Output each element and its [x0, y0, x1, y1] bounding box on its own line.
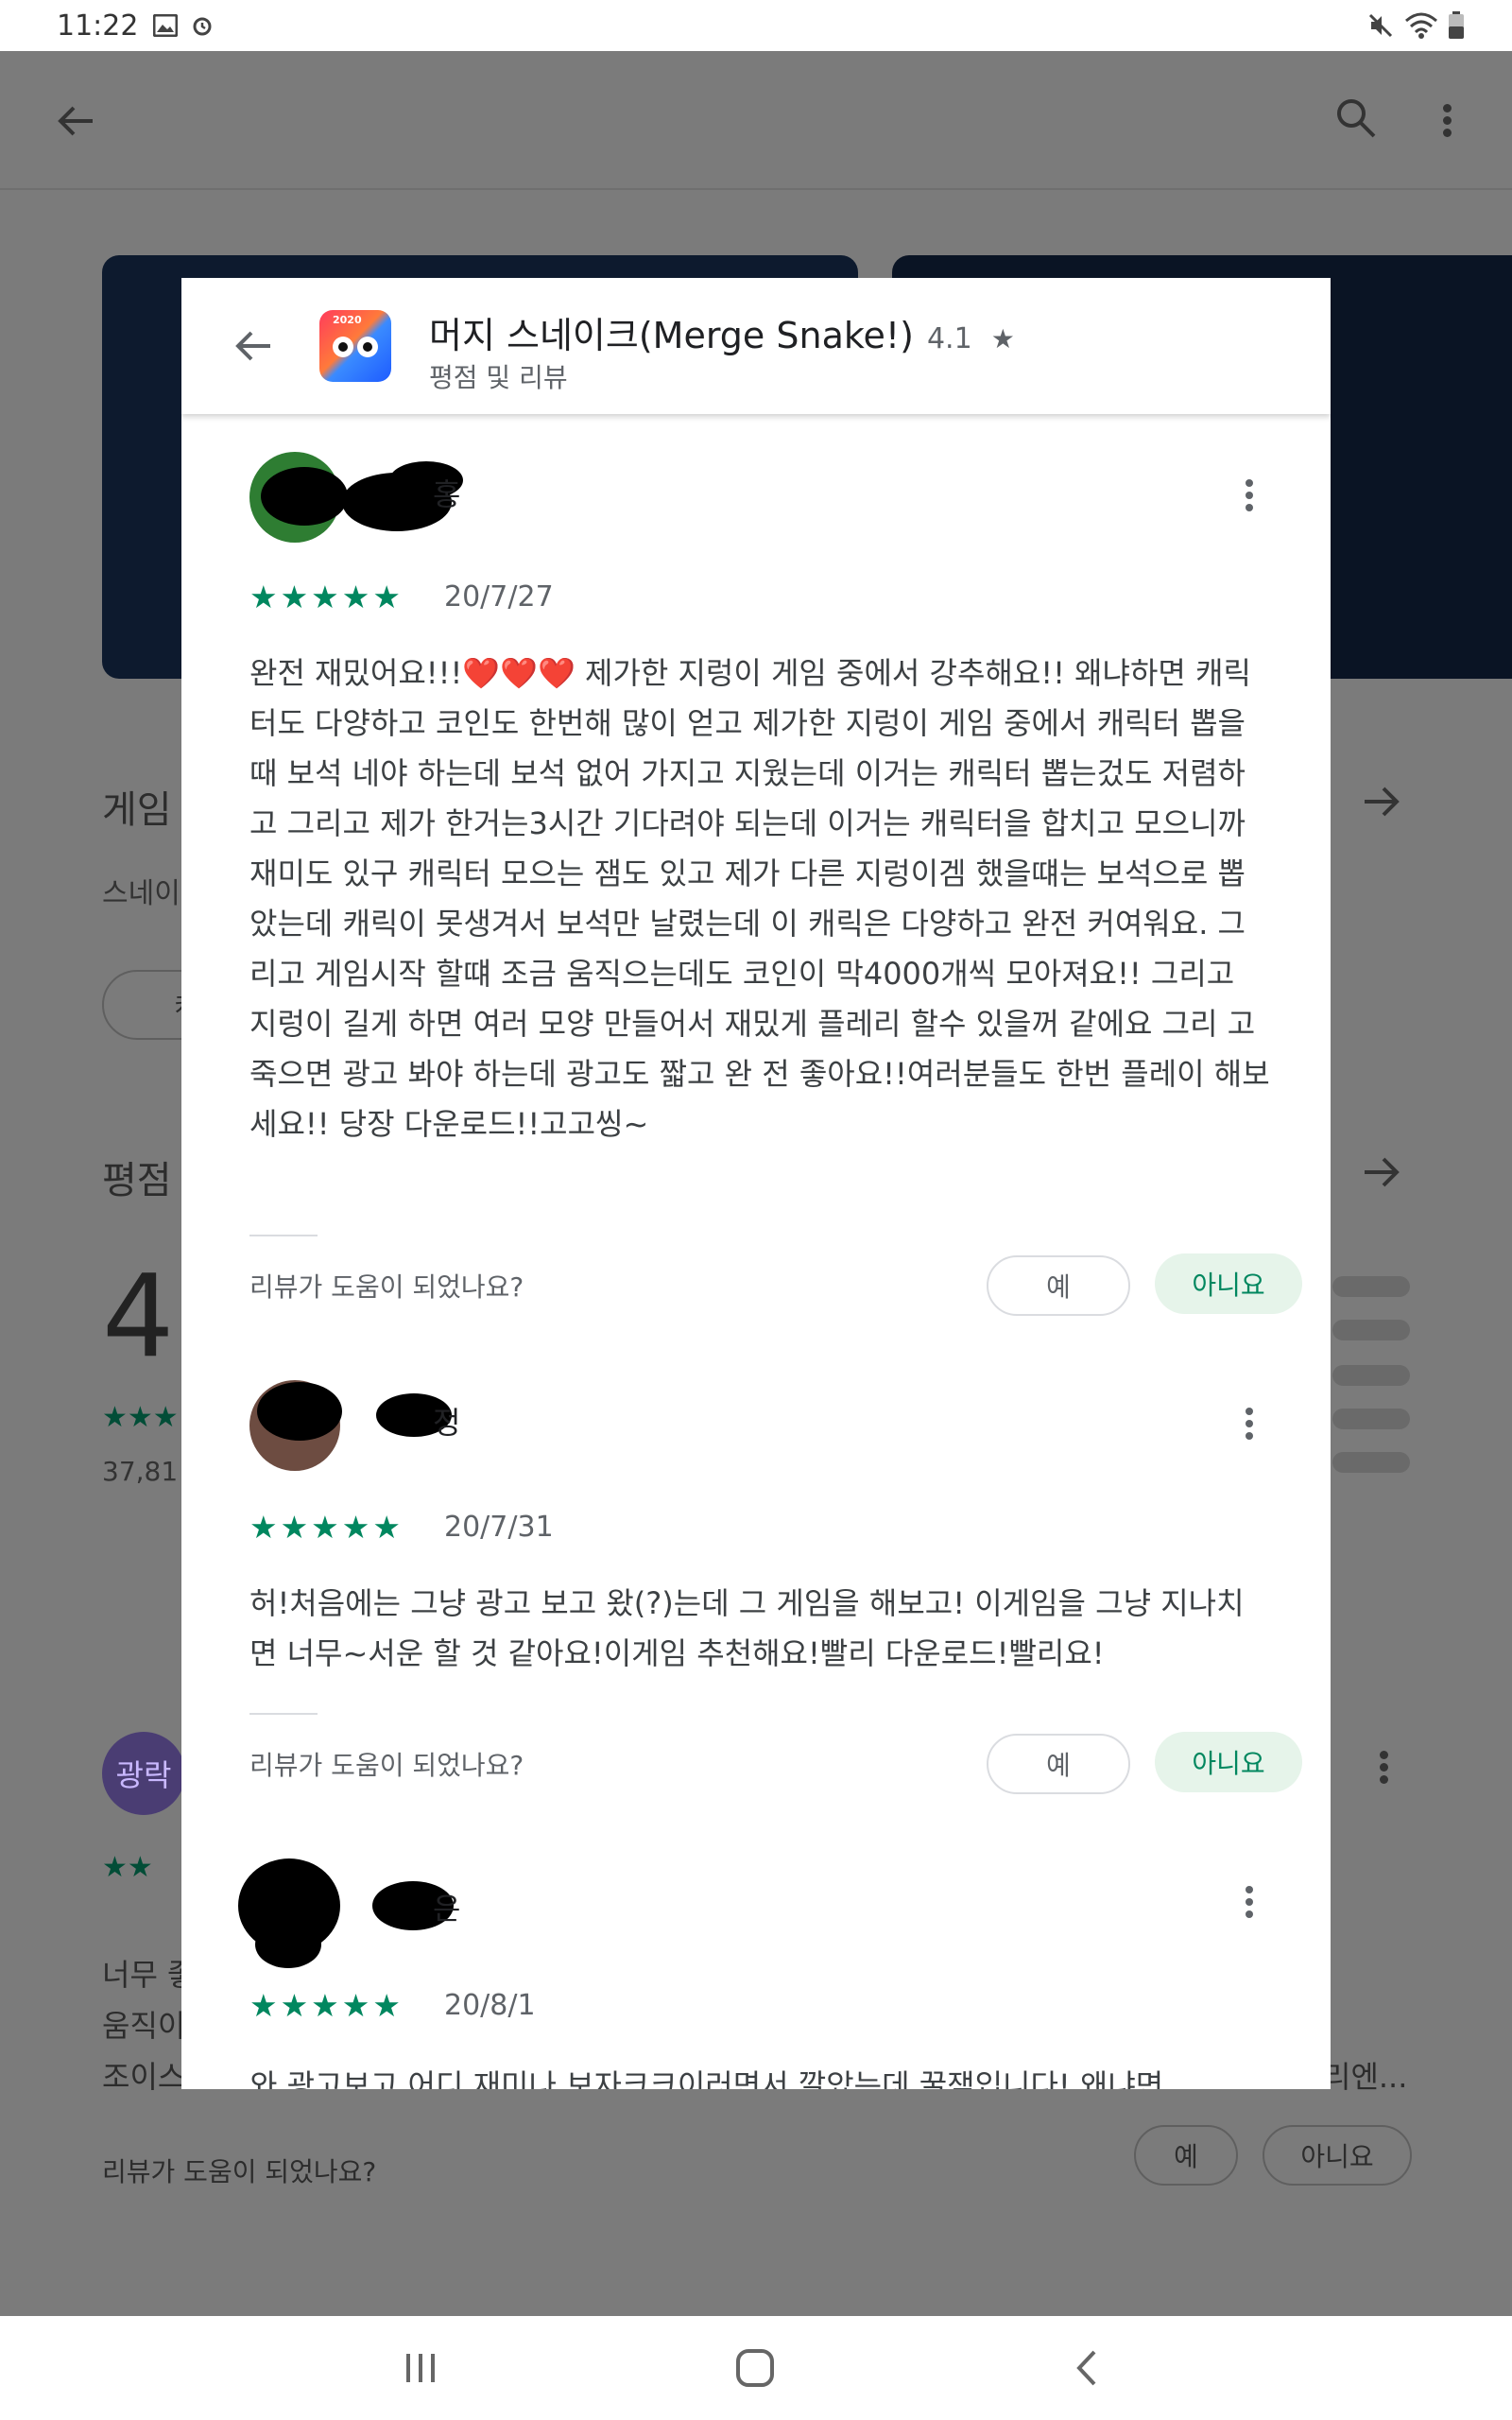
app-icon: 2020 — [319, 310, 391, 382]
wifi-icon — [1405, 12, 1437, 39]
review-stars: ★★★★★ — [249, 579, 404, 615]
helpful-no-button[interactable]: 아니요 — [1155, 1732, 1302, 1792]
avatar: 광락 — [102, 1732, 185, 1815]
battery-icon — [1449, 11, 1464, 39]
mute-icon — [1368, 13, 1393, 38]
redaction — [257, 1382, 342, 1441]
dialog-header: 2020 머지 스네이크(Merge Snake!) 4.1 ★ 평점 및 리뷰 — [181, 278, 1331, 414]
section-subtitle: 스네이 — [102, 877, 180, 910]
overflow-menu-icon[interactable] — [1244, 1403, 1255, 1444]
rating-bar — [1332, 1409, 1410, 1429]
search-icon[interactable] — [1334, 96, 1378, 140]
review-stars: ★★★★★ — [249, 1987, 404, 2024]
review-text: 완전 재밌어요!!!❤️❤️❤️ 제가한 지렁이 게임 중에서 강추해요!! 왜… — [249, 655, 1270, 1142]
helpful-yes-button[interactable]: 예 — [987, 1255, 1130, 1316]
helpful-question: 리뷰가 도움이 되었나요? — [249, 1750, 524, 1781]
arrow-right-icon[interactable] — [1361, 781, 1402, 822]
rating-bar — [1332, 1320, 1410, 1340]
dialog-subtitle: 평점 및 리뷰 — [429, 362, 568, 393]
review-stars: ★★★★★ — [249, 1509, 404, 1546]
helpful-yes-button[interactable]: 예 — [1134, 2125, 1238, 2186]
reviewer-name: 은 — [433, 1891, 461, 1927]
rating-count: 37,81 — [102, 1456, 179, 1487]
rating-bar — [1332, 1276, 1410, 1297]
helpful-question: 리뷰가 도움이 되었나요? — [102, 2156, 377, 2187]
arrow-right-icon[interactable] — [1361, 1151, 1402, 1193]
back-arrow-icon[interactable] — [55, 100, 96, 142]
back-nav-icon[interactable] — [1068, 2346, 1106, 2390]
overflow-menu-icon[interactable] — [1244, 1881, 1255, 1923]
home-icon[interactable] — [733, 2346, 777, 2390]
system-nav-bar — [0, 2316, 1512, 2420]
review-date: 20/7/27 — [444, 580, 554, 614]
review-date: 20/8/1 — [444, 1989, 536, 2022]
reviewer-name: 홍 — [433, 476, 461, 512]
reviews-dialog: 2020 머지 스네이크(Merge Snake!) 4.1 ★ 평점 및 리뷰 … — [181, 278, 1331, 2089]
rating-bar — [1332, 1365, 1410, 1386]
status-time: 11:22 — [57, 9, 139, 43]
status-bar: 11:22 — [0, 0, 1512, 51]
divider — [249, 1713, 318, 1715]
divider — [249, 1235, 318, 1236]
app-title: 머지 스네이크(Merge Snake!) 4.1 ★ — [429, 315, 1015, 356]
background-toolbar — [0, 51, 1512, 190]
overflow-menu-icon[interactable] — [1244, 475, 1255, 516]
helpful-no-button[interactable]: 아니요 — [1263, 2125, 1412, 2186]
app-rating: 4.1 — [926, 322, 972, 355]
rating-bar — [1332, 1452, 1410, 1473]
review-text-line: 조이스 — [102, 2059, 186, 2095]
section-title-games: 게임 — [102, 788, 172, 832]
review-text-tail: 리엔... — [1323, 2059, 1408, 2095]
section-title-ratings: 평점 — [102, 1159, 172, 1202]
helpful-yes-button[interactable]: 예 — [987, 1734, 1130, 1794]
review-text-line: 움직이 — [102, 2008, 186, 2044]
review-text: 와 광고보고 어디 재미나 보자크크이러면서 깔았는데 꿀잼입니다! 왜냐면 — [249, 2067, 1164, 2089]
redaction — [261, 467, 348, 526]
helpful-no-button[interactable]: 아니요 — [1155, 1253, 1302, 1314]
image-notification-icon — [153, 14, 179, 37]
alarm-notification-icon — [193, 17, 212, 36]
star-icon: ★ — [990, 323, 1015, 354]
review-text: 허!처음에는 그냥 광고 보고 왔(?)는데 그 게임을 해보고! 이게임을 그… — [249, 1585, 1245, 1671]
average-stars: ★★★ — [102, 1401, 179, 1434]
review-stars: ★★ — [102, 1851, 153, 1884]
average-rating: 4 — [102, 1252, 175, 1383]
overflow-menu-icon[interactable] — [1378, 1747, 1389, 1788]
reviewer-name: 정 — [433, 1405, 461, 1441]
back-arrow-icon[interactable] — [229, 321, 278, 371]
recent-apps-icon[interactable] — [401, 2348, 440, 2388]
review-date: 20/7/31 — [444, 1511, 554, 1544]
helpful-question: 리뷰가 도움이 되었나요? — [249, 1271, 524, 1303]
redaction — [255, 1921, 321, 1968]
overflow-menu-icon[interactable] — [1441, 100, 1452, 141]
